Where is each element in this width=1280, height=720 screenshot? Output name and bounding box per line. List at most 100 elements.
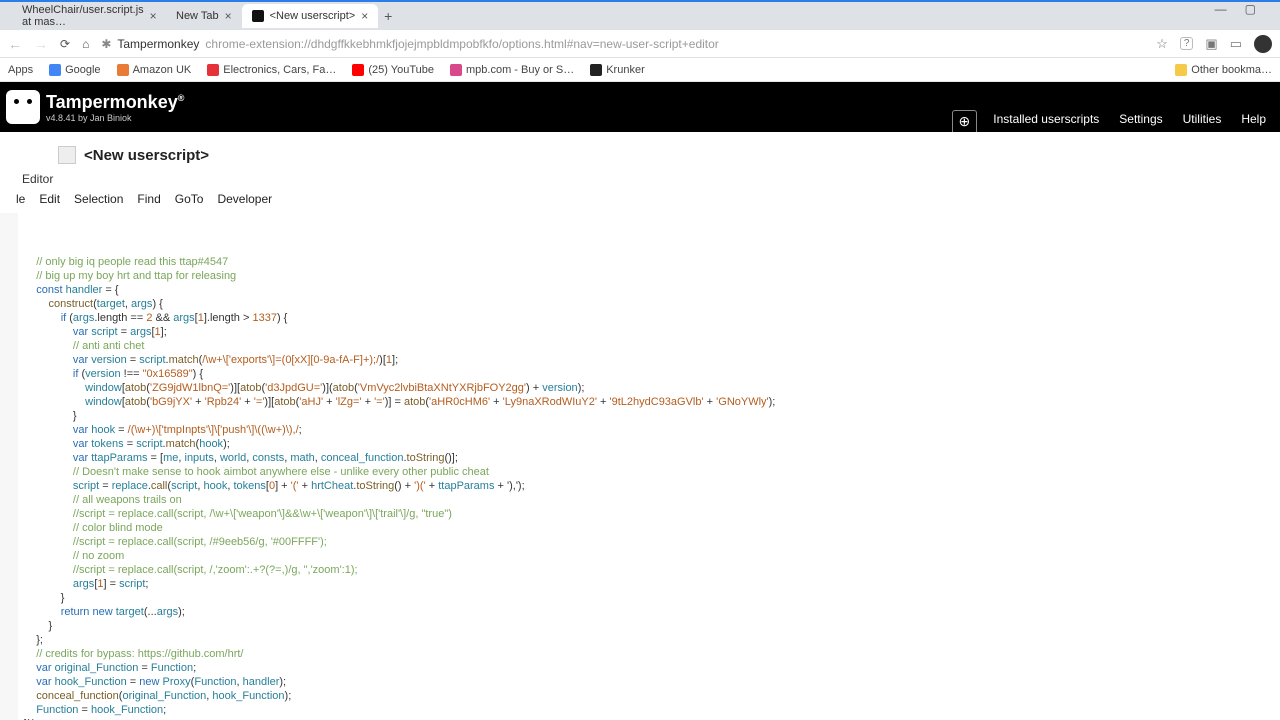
tab-label: New Tab <box>176 10 219 22</box>
new-script-button[interactable]: ⊕ <box>952 110 978 132</box>
menu-goto[interactable]: GoTo <box>175 192 204 206</box>
tampermonkey-logo-icon <box>6 90 40 124</box>
code-line[interactable]: if (args.length == 2 && args[1].length >… <box>24 311 1280 325</box>
app-title: Tampermonkey® <box>46 92 184 112</box>
apps-bookmark[interactable]: Apps <box>8 64 33 76</box>
code-line[interactable]: return new target(...args); <box>24 605 1280 619</box>
mpb-icon <box>450 64 462 76</box>
close-icon[interactable]: × <box>150 9 157 23</box>
back-button[interactable]: ← <box>8 36 22 52</box>
menu-selection[interactable]: Selection <box>74 192 123 206</box>
menu-edit[interactable]: Edit <box>39 192 60 206</box>
minimize-button[interactable]: — <box>1215 2 1227 16</box>
bookmark-folder-icon[interactable]: ▭ <box>1230 36 1242 52</box>
code-line[interactable]: }; <box>24 633 1280 647</box>
script-title-row: <New userscript> <box>0 132 1280 168</box>
browser-tab-strip: WheelChair/user.script.js at mas… × New … <box>0 0 1280 30</box>
star-icon[interactable]: ☆ <box>1156 36 1168 52</box>
app-subtitle: v4.8.41 by Jan Biniok <box>46 113 184 123</box>
close-icon[interactable]: × <box>225 9 232 23</box>
script-title: <New userscript> <box>84 147 209 164</box>
code-editor[interactable]: 6 // only big iq people read this ttap#4… <box>0 211 1280 720</box>
extension-badge-icon[interactable]: ▣ <box>1205 36 1217 52</box>
bookmark-item[interactable]: mpb.com - Buy or S… <box>450 64 574 76</box>
bookmark-item[interactable]: (25) YouTube <box>352 64 434 76</box>
script-file-icon <box>58 146 76 164</box>
code-line[interactable]: if (version !== "0x16589") { <box>24 367 1280 381</box>
bookmark-item[interactable]: Krunker <box>590 64 645 76</box>
new-tab-button[interactable]: + <box>378 6 398 26</box>
tampermonkey-nav: ⊕ Installed userscripts Settings Utiliti… <box>952 106 1277 132</box>
ebay-icon <box>207 64 219 76</box>
bookmark-item[interactable]: Amazon UK <box>117 64 192 76</box>
code-line[interactable]: } <box>24 619 1280 633</box>
code-line[interactable]: // credits for bypass: https://github.co… <box>24 647 1280 661</box>
code-line[interactable]: args[1] = script; <box>24 577 1280 591</box>
tab-label: WheelChair/user.script.js at mas… <box>22 4 144 28</box>
code-line[interactable]: //script = replace.call(script, /#9eeb56… <box>24 535 1280 549</box>
tampermonkey-icon <box>252 10 264 22</box>
code-line[interactable]: // big up my boy hrt and ttap for releas… <box>24 269 1280 283</box>
code-line[interactable]: conceal_function(original_Function, hook… <box>24 689 1280 703</box>
maximize-button[interactable]: ▢ <box>1245 2 1256 16</box>
code-line[interactable]: window[atob('ZG9jdW1lbnQ=')][atob('d3Jpd… <box>24 381 1280 395</box>
nav-utilities[interactable]: Utilities <box>1173 106 1232 132</box>
editor-tab[interactable]: Editor <box>0 168 1280 190</box>
address-bar: ← → ⟳ ⌂ ✱ Tampermonkey chrome-extension:… <box>0 30 1280 58</box>
line-gutter: 6 <box>0 213 18 720</box>
nav-installed[interactable]: Installed userscripts <box>983 106 1109 132</box>
code-line[interactable]: var hook = /(\w+)\['tmpInpts'\]\['push'\… <box>24 423 1280 437</box>
code-line[interactable]: // only big iq people read this ttap#454… <box>24 255 1280 269</box>
code-line[interactable]: var tokens = script.match(hook); <box>24 437 1280 451</box>
close-icon[interactable]: × <box>361 9 368 23</box>
tab-label: <New userscript> <box>270 10 356 22</box>
krunker-icon <box>590 64 602 76</box>
profile-avatar[interactable] <box>1254 35 1272 53</box>
reload-button[interactable]: ⟳ <box>60 37 70 51</box>
code-line[interactable]: } <box>24 409 1280 423</box>
browser-tab[interactable]: WheelChair/user.script.js at mas… × <box>6 4 166 28</box>
code-line[interactable]: var original_Function = Function; <box>24 661 1280 675</box>
menu-find[interactable]: Find <box>137 192 160 206</box>
other-bookmarks[interactable]: Other bookma… <box>1175 64 1272 76</box>
code-line[interactable]: var script = args[1]; <box>24 325 1280 339</box>
url-path: chrome-extension://dhdgffkkebhmkfjojejmp… <box>205 37 718 51</box>
nav-settings[interactable]: Settings <box>1109 106 1172 132</box>
bookmark-item[interactable]: Google <box>49 64 100 76</box>
browser-tab-active[interactable]: <New userscript> × <box>242 4 379 28</box>
code-line[interactable]: // color blind mode <box>24 521 1280 535</box>
code-line[interactable]: } <box>24 591 1280 605</box>
menu-developer[interactable]: Developer <box>217 192 272 206</box>
url-field[interactable]: ✱ Tampermonkey chrome-extension://dhdgff… <box>101 37 1144 51</box>
extension-icon: ✱ <box>101 37 111 51</box>
code-line[interactable]: // Doesn't make sense to hook aimbot any… <box>24 465 1280 479</box>
folder-icon <box>1175 64 1187 76</box>
code-line[interactable]: // no zoom <box>24 549 1280 563</box>
editor-menubar: le Edit Selection Find GoTo Developer <box>0 190 1280 211</box>
browser-tab[interactable]: New Tab × <box>166 4 242 28</box>
nav-help[interactable]: Help <box>1231 106 1276 132</box>
code-line[interactable]: //script = replace.call(script, /\w+\['w… <box>24 507 1280 521</box>
code-line[interactable]: window[atob('bG9jYX' + 'Rpb24' + '=')][a… <box>24 395 1280 409</box>
bookmark-item[interactable]: Electronics, Cars, Fa… <box>207 64 336 76</box>
code-line[interactable]: var ttapParams = [me, inputs, world, con… <box>24 451 1280 465</box>
code-line[interactable]: // all weapons trails on <box>24 493 1280 507</box>
menu-file[interactable]: le <box>16 192 25 206</box>
forward-button[interactable]: → <box>34 36 48 52</box>
window-controls: — ▢ <box>1215 2 1274 16</box>
code-line[interactable]: var hook_Function = new Proxy(Function, … <box>24 675 1280 689</box>
code-line[interactable]: const handler = { <box>24 283 1280 297</box>
code-line[interactable]: //script = replace.call(script, /,'zoom'… <box>24 563 1280 577</box>
youtube-icon <box>352 64 364 76</box>
help-icon[interactable]: ? <box>1180 37 1194 50</box>
amazon-icon <box>117 64 129 76</box>
url-host: Tampermonkey <box>117 37 199 51</box>
code-line[interactable]: construct(target, args) { <box>24 297 1280 311</box>
tampermonkey-header: Tampermonkey® v4.8.41 by Jan Biniok ⊕ In… <box>0 82 1280 132</box>
bookmarks-bar: Apps Google Amazon UK Electronics, Cars,… <box>0 58 1280 82</box>
code-line[interactable]: script = replace.call(script, hook, toke… <box>24 479 1280 493</box>
code-line[interactable]: Function = hook_Function; <box>24 703 1280 717</box>
home-button[interactable]: ⌂ <box>82 37 89 51</box>
code-line[interactable]: var version = script.match(/\w+\['export… <box>24 353 1280 367</box>
code-line[interactable]: // anti anti chet <box>24 339 1280 353</box>
